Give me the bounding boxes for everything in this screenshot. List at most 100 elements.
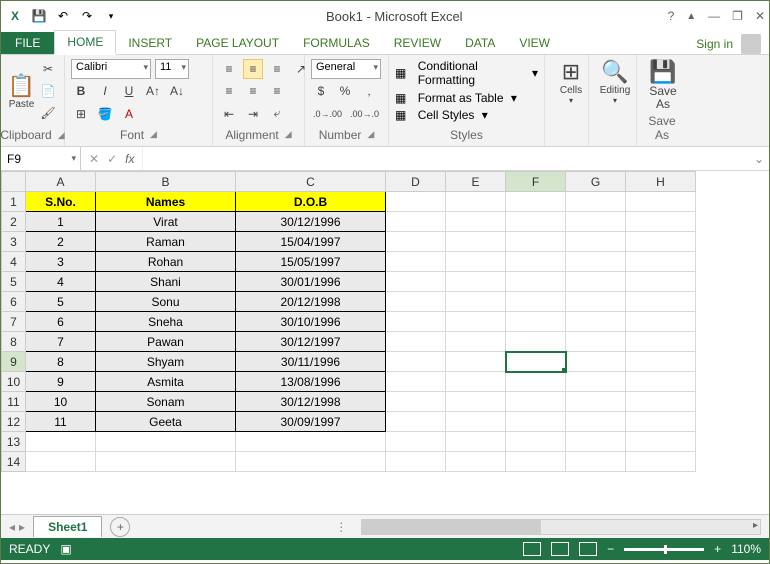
cell-F2[interactable]: [506, 212, 566, 232]
col-header-G[interactable]: G: [566, 172, 626, 192]
scrollbar-thumb[interactable]: [362, 520, 541, 534]
tab-insert[interactable]: INSERT: [116, 32, 184, 54]
tab-view[interactable]: VIEW: [507, 32, 562, 54]
font-dialog-icon[interactable]: ◢: [150, 129, 157, 140]
underline-button[interactable]: U: [119, 81, 139, 101]
col-header-D[interactable]: D: [386, 172, 446, 192]
cell-B1[interactable]: Names: [96, 192, 236, 212]
cell-C13[interactable]: [236, 432, 386, 452]
cell-D8[interactable]: [386, 332, 446, 352]
editing-button[interactable]: 🔍Editing▾: [595, 59, 635, 105]
cell-F13[interactable]: [506, 432, 566, 452]
format-painter-button[interactable]: 🖌: [38, 103, 58, 123]
cell-D4[interactable]: [386, 252, 446, 272]
col-header-F[interactable]: F: [506, 172, 566, 192]
col-header-C[interactable]: C: [236, 172, 386, 192]
cell-E13[interactable]: [446, 432, 506, 452]
cell-A5[interactable]: 4: [26, 272, 96, 292]
tab-home[interactable]: HOME: [54, 30, 116, 55]
tab-file[interactable]: FILE: [1, 32, 54, 54]
cell-D1[interactable]: [386, 192, 446, 212]
new-sheet-button[interactable]: +: [110, 517, 130, 537]
cell-F14[interactable]: [506, 452, 566, 472]
conditional-formatting-button[interactable]: ▦ Conditional Formatting ▾: [395, 59, 538, 87]
cell-G12[interactable]: [566, 412, 626, 432]
cell-D3[interactable]: [386, 232, 446, 252]
cells-button[interactable]: ⊞Cells▾: [551, 59, 591, 105]
cell-A7[interactable]: 6: [26, 312, 96, 332]
tab-split-icon[interactable]: ⋮: [329, 520, 353, 534]
cell-B13[interactable]: [96, 432, 236, 452]
spreadsheet-grid[interactable]: ABCDEFGH1S.No.NamesD.O.B21Virat30/12/199…: [1, 171, 769, 514]
row-header-9[interactable]: 9: [2, 352, 26, 372]
sheet-nav-next-icon[interactable]: ▸: [19, 520, 25, 534]
cell-E9[interactable]: [446, 352, 506, 372]
cell-F5[interactable]: [506, 272, 566, 292]
cell-E12[interactable]: [446, 412, 506, 432]
align-middle-button[interactable]: ≡: [243, 59, 263, 79]
zoom-in-button[interactable]: +: [714, 542, 721, 556]
alignment-dialog-icon[interactable]: ◢: [285, 129, 292, 140]
cell-E7[interactable]: [446, 312, 506, 332]
cancel-formula-icon[interactable]: ✕: [89, 152, 99, 166]
cell-H5[interactable]: [626, 272, 696, 292]
row-header-5[interactable]: 5: [2, 272, 26, 292]
view-pagelayout-button[interactable]: [551, 542, 569, 556]
zoom-slider[interactable]: [624, 548, 704, 551]
format-as-table-button[interactable]: ▦ Format as Table ▾: [395, 91, 538, 105]
cell-C11[interactable]: 30/12/1998: [236, 392, 386, 412]
cell-D13[interactable]: [386, 432, 446, 452]
shrink-font-button[interactable]: A↓: [167, 81, 187, 101]
cell-H14[interactable]: [626, 452, 696, 472]
close-button[interactable]: ✕: [755, 9, 765, 23]
cell-A11[interactable]: 10: [26, 392, 96, 412]
scroll-right-icon[interactable]: ▸: [753, 520, 758, 531]
cell-F6[interactable]: [506, 292, 566, 312]
cell-E3[interactable]: [446, 232, 506, 252]
view-pagebreak-button[interactable]: [579, 542, 597, 556]
cell-F1[interactable]: [506, 192, 566, 212]
cell-F11[interactable]: [506, 392, 566, 412]
cell-E14[interactable]: [446, 452, 506, 472]
row-header-6[interactable]: 6: [2, 292, 26, 312]
cell-A9[interactable]: 8: [26, 352, 96, 372]
copy-button[interactable]: 📄: [38, 81, 58, 101]
align-bottom-button[interactable]: ≡: [267, 59, 287, 79]
col-header-E[interactable]: E: [446, 172, 506, 192]
cell-G2[interactable]: [566, 212, 626, 232]
cell-H1[interactable]: [626, 192, 696, 212]
cell-B12[interactable]: Geeta: [96, 412, 236, 432]
cell-H6[interactable]: [626, 292, 696, 312]
cell-H4[interactable]: [626, 252, 696, 272]
cell-G3[interactable]: [566, 232, 626, 252]
borders-button[interactable]: ⊞: [71, 104, 91, 124]
cell-A13[interactable]: [26, 432, 96, 452]
cell-H9[interactable]: [626, 352, 696, 372]
font-size-combo[interactable]: 11: [155, 59, 189, 79]
row-header-11[interactable]: 11: [2, 392, 26, 412]
cell-E1[interactable]: [446, 192, 506, 212]
cell-F4[interactable]: [506, 252, 566, 272]
cell-B8[interactable]: Pawan: [96, 332, 236, 352]
cell-styles-button[interactable]: ▦ Cell Styles ▾: [395, 108, 538, 122]
cell-G1[interactable]: [566, 192, 626, 212]
zoom-out-button[interactable]: −: [607, 542, 614, 556]
cell-C12[interactable]: 30/09/1997: [236, 412, 386, 432]
cell-D10[interactable]: [386, 372, 446, 392]
cell-H13[interactable]: [626, 432, 696, 452]
cell-C1[interactable]: D.O.B: [236, 192, 386, 212]
select-all-corner[interactable]: [2, 172, 26, 192]
cell-F10[interactable]: [506, 372, 566, 392]
col-header-B[interactable]: B: [96, 172, 236, 192]
sheet-tab-sheet1[interactable]: Sheet1: [33, 516, 102, 537]
row-header-14[interactable]: 14: [2, 452, 26, 472]
row-header-12[interactable]: 12: [2, 412, 26, 432]
comma-button[interactable]: ,: [359, 81, 379, 101]
row-header-7[interactable]: 7: [2, 312, 26, 332]
cell-G9[interactable]: [566, 352, 626, 372]
number-dialog-icon[interactable]: ◢: [367, 129, 374, 140]
cell-G4[interactable]: [566, 252, 626, 272]
cell-B10[interactable]: Asmita: [96, 372, 236, 392]
align-center-button[interactable]: ≡: [243, 81, 263, 101]
cell-G7[interactable]: [566, 312, 626, 332]
